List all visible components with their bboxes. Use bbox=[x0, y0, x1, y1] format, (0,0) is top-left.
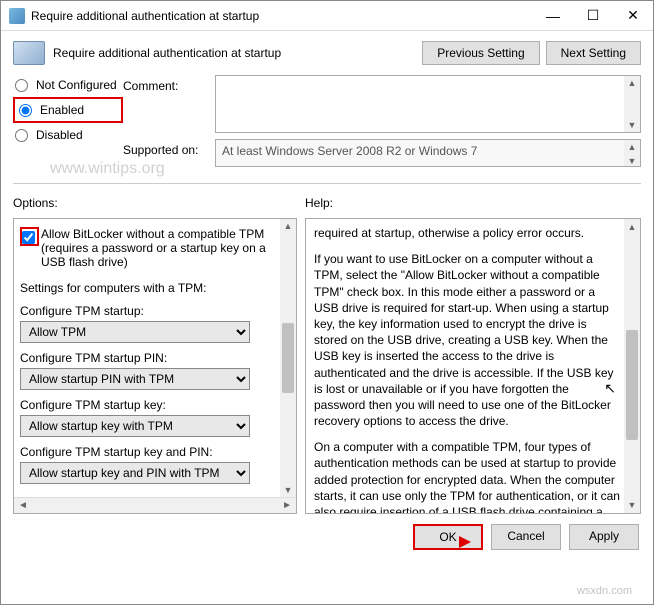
radio-disabled[interactable]: Disabled bbox=[13, 125, 123, 145]
supported-on-field: At least Windows Server 2008 R2 or Windo… bbox=[215, 139, 641, 167]
tpm-settings-header: Settings for computers with a TPM: bbox=[20, 275, 278, 298]
policy-icon bbox=[13, 41, 45, 65]
radio-not-configured[interactable]: Not Configured bbox=[13, 75, 123, 95]
tpm-startup-select[interactable]: Allow TPM bbox=[20, 321, 250, 343]
ok-button[interactable]: OK bbox=[413, 524, 483, 550]
app-icon bbox=[9, 8, 25, 24]
help-text-3: On a computer with a compatible TPM, fou… bbox=[314, 439, 620, 514]
apply-button[interactable]: Apply bbox=[569, 524, 639, 550]
scrollbar-vertical[interactable]: ▲▼ bbox=[624, 76, 640, 132]
not-configured-radio[interactable] bbox=[15, 79, 28, 92]
options-heading: Options: bbox=[13, 192, 297, 218]
supported-on-label: Supported on: bbox=[123, 139, 215, 157]
allow-no-tpm-checkbox[interactable] bbox=[22, 231, 35, 244]
watermark-text-2: wsxdn.com bbox=[577, 585, 632, 597]
allow-no-tpm-label: Allow BitLocker without a compatible TPM… bbox=[41, 227, 278, 269]
next-setting-button[interactable]: Next Setting bbox=[546, 41, 641, 65]
help-text-2: If you want to use BitLocker on a comput… bbox=[314, 251, 620, 429]
tpm-pin-label: Configure TPM startup PIN: bbox=[20, 345, 278, 368]
tpm-keypin-label: Configure TPM startup key and PIN: bbox=[20, 439, 278, 462]
cursor-icon: ↖ bbox=[604, 379, 616, 398]
minimize-button[interactable]: — bbox=[533, 2, 573, 30]
close-button[interactable]: ✕ bbox=[613, 2, 653, 30]
help-panel: required at startup, otherwise a policy … bbox=[305, 218, 641, 514]
previous-setting-button[interactable]: Previous Setting bbox=[422, 41, 539, 65]
tpm-startup-label: Configure TPM startup: bbox=[20, 298, 278, 321]
tpm-keypin-select[interactable]: Allow startup key and PIN with TPM bbox=[20, 462, 250, 484]
radio-enabled[interactable]: Enabled bbox=[17, 100, 119, 120]
comment-label: Comment: bbox=[123, 75, 215, 93]
help-heading: Help: bbox=[305, 192, 641, 218]
scrollbar-horizontal[interactable]: ◄► bbox=[14, 497, 296, 513]
help-text-1: required at startup, otherwise a policy … bbox=[314, 225, 620, 241]
cancel-button[interactable]: Cancel bbox=[491, 524, 561, 550]
disabled-radio[interactable] bbox=[15, 129, 28, 142]
scrollbar-vertical[interactable]: ▲▼ bbox=[280, 219, 296, 497]
scrollbar-vertical[interactable]: ▲▼ bbox=[624, 219, 640, 513]
tpm-key-select[interactable]: Allow startup key with TPM bbox=[20, 415, 250, 437]
enabled-radio[interactable] bbox=[19, 104, 32, 117]
tpm-key-label: Configure TPM startup key: bbox=[20, 392, 278, 415]
options-panel: Allow BitLocker without a compatible TPM… bbox=[13, 218, 297, 514]
tpm-pin-select[interactable]: Allow startup PIN with TPM bbox=[20, 368, 250, 390]
policy-heading: Require additional authentication at sta… bbox=[53, 46, 281, 60]
scrollbar-vertical[interactable]: ▲▼ bbox=[624, 140, 640, 166]
comment-textarea[interactable]: ▲▼ bbox=[215, 75, 641, 133]
maximize-button[interactable]: ☐ bbox=[573, 2, 613, 30]
window-title: Require additional authentication at sta… bbox=[31, 9, 533, 23]
